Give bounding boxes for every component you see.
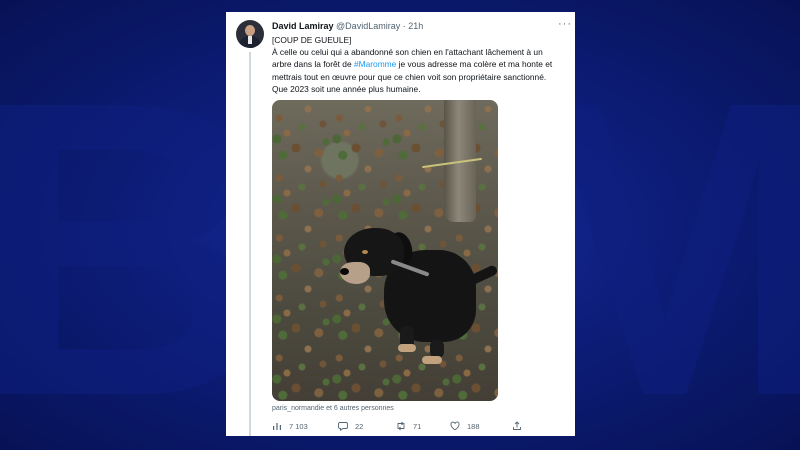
avatar[interactable] — [236, 20, 264, 48]
dog-paw — [422, 356, 442, 364]
reply-icon — [338, 422, 348, 431]
tweet-line-3a: arbre dans la forêt de — [272, 59, 354, 70]
header-separator: · — [402, 21, 406, 31]
liked-by-text[interactable]: paris_normandie et 6 autres personnes — [272, 405, 394, 412]
like-count: 188 — [467, 421, 480, 431]
tweet-card: David Lamiray @DavidLamiray · 21h ··· [C… — [226, 12, 575, 436]
tweet-line-3b: je vous adresse ma colère et ma honte et — [396, 59, 553, 70]
tweet-line-4: mettrais tout en œuvre pour que ce chien… — [272, 71, 547, 82]
hashtag-link[interactable]: #Maromme — [354, 59, 396, 69]
retweet-count: 71 — [413, 421, 422, 431]
like-icon — [450, 421, 460, 431]
tweet-time[interactable]: 21h — [408, 21, 423, 31]
author-handle[interactable]: @DavidLamiray — [336, 21, 400, 31]
dog-paw — [398, 344, 416, 352]
tweet-text: [COUP DE GUEULE] À celle ou celui qui a … — [272, 34, 568, 95]
thread-line — [249, 52, 251, 436]
views-action[interactable]: 7 103 — [272, 421, 308, 431]
more-options-icon[interactable]: ··· — [558, 18, 572, 30]
retweet-action[interactable]: 71 — [396, 421, 421, 431]
reply-action[interactable]: 22 — [338, 421, 363, 431]
tweet-line-1: [COUP DE GUEULE] — [272, 35, 352, 45]
share-action[interactable] — [512, 421, 529, 431]
tweet-photo[interactable] — [272, 100, 498, 401]
share-icon — [513, 421, 521, 430]
views-icon — [273, 423, 281, 430]
retweet-icon — [397, 421, 405, 431]
dog-eye — [362, 250, 368, 254]
tweet-line-5: Que 2023 soit une année plus humaine. — [272, 83, 421, 94]
tweet-header: David Lamiray @DavidLamiray · 21h — [272, 21, 423, 31]
views-count: 7 103 — [289, 421, 308, 431]
tweet-line-3: arbre dans la forêt de #Maromme je vous … — [272, 58, 568, 70]
tweet-line-2: À celle ou celui qui a abandonné son chi… — [272, 47, 543, 58]
like-action[interactable]: 188 — [450, 421, 480, 431]
dog-nose — [340, 268, 349, 275]
tweet-actions: 7 103 22 71 188 — [272, 421, 568, 433]
reply-count: 22 — [355, 421, 364, 431]
author-name[interactable]: David Lamiray — [272, 21, 334, 31]
